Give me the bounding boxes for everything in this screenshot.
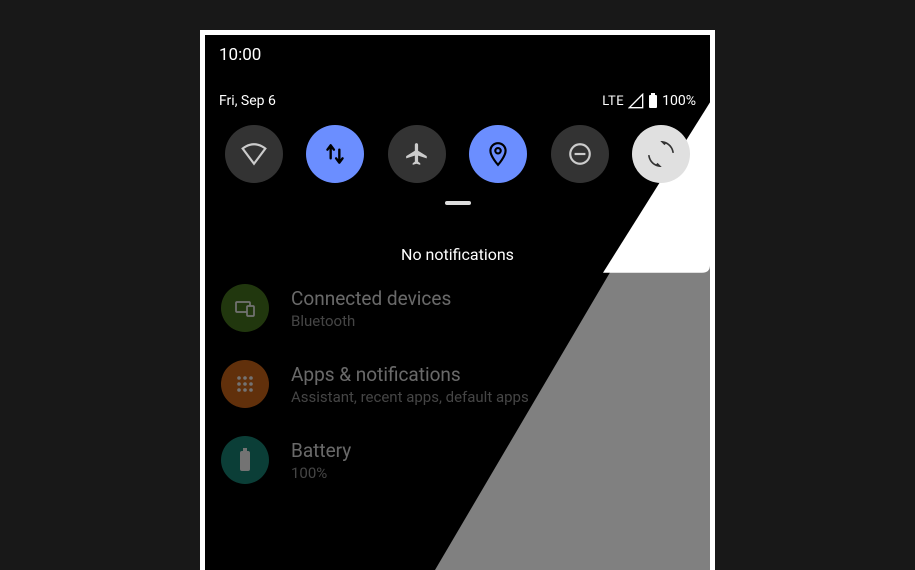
settings-title: Battery: [291, 439, 351, 462]
phone-screen: 10:00 Fri, Sep 6 LTE 100%: [205, 35, 710, 570]
location-icon: [485, 141, 511, 167]
settings-subtitle: Assistant, recent apps, default apps: [291, 388, 529, 406]
qs-mobile-data-tile[interactable]: [306, 125, 364, 183]
no-notifications-label: No notifications: [205, 245, 710, 264]
qs-airplane-tile[interactable]: [388, 125, 446, 183]
phone-frame: 10:00 Fri, Sep 6 LTE 100%: [200, 30, 715, 570]
wifi-icon: [241, 141, 267, 167]
battery-percentage: 100%: [662, 93, 696, 109]
settings-item-apps[interactable]: Apps & notifications Assistant, recent a…: [205, 346, 710, 422]
settings-item-battery[interactable]: Battery 100%: [205, 422, 710, 498]
notification-shade: 10:00 Fri, Sep 6 LTE 100%: [205, 35, 710, 264]
settings-list: Connected devices Bluetooth Apps & notif…: [205, 264, 710, 498]
status-time: 10:00: [205, 35, 710, 71]
settings-title: Apps & notifications: [291, 363, 529, 386]
qs-dnd-tile[interactable]: [551, 125, 609, 183]
network-type-label: LTE: [602, 94, 624, 109]
settings-title: Connected devices: [291, 287, 451, 310]
status-date: Fri, Sep 6: [219, 93, 276, 109]
qs-rotate-tile[interactable]: [632, 125, 690, 183]
qs-wifi-tile[interactable]: [225, 125, 283, 183]
qs-location-tile[interactable]: [469, 125, 527, 183]
mobile-data-icon: [322, 141, 348, 167]
settings-subtitle: Bluetooth: [291, 312, 451, 330]
battery-icon: [648, 93, 658, 109]
settings-item-connected-devices[interactable]: Connected devices Bluetooth: [205, 270, 710, 346]
battery-setting-icon: [221, 436, 269, 484]
status-indicators: LTE 100%: [602, 93, 696, 109]
airplane-icon: [404, 141, 430, 167]
do-not-disturb-icon: [567, 141, 593, 167]
auto-rotate-icon: [648, 141, 674, 167]
status-bar: Fri, Sep 6 LTE 100%: [205, 71, 710, 113]
shade-expand-handle[interactable]: [445, 201, 471, 205]
devices-icon: [221, 284, 269, 332]
quick-settings-row: [205, 113, 710, 189]
apps-icon: [221, 360, 269, 408]
settings-subtitle: 100%: [291, 464, 351, 482]
signal-icon: [628, 93, 644, 109]
